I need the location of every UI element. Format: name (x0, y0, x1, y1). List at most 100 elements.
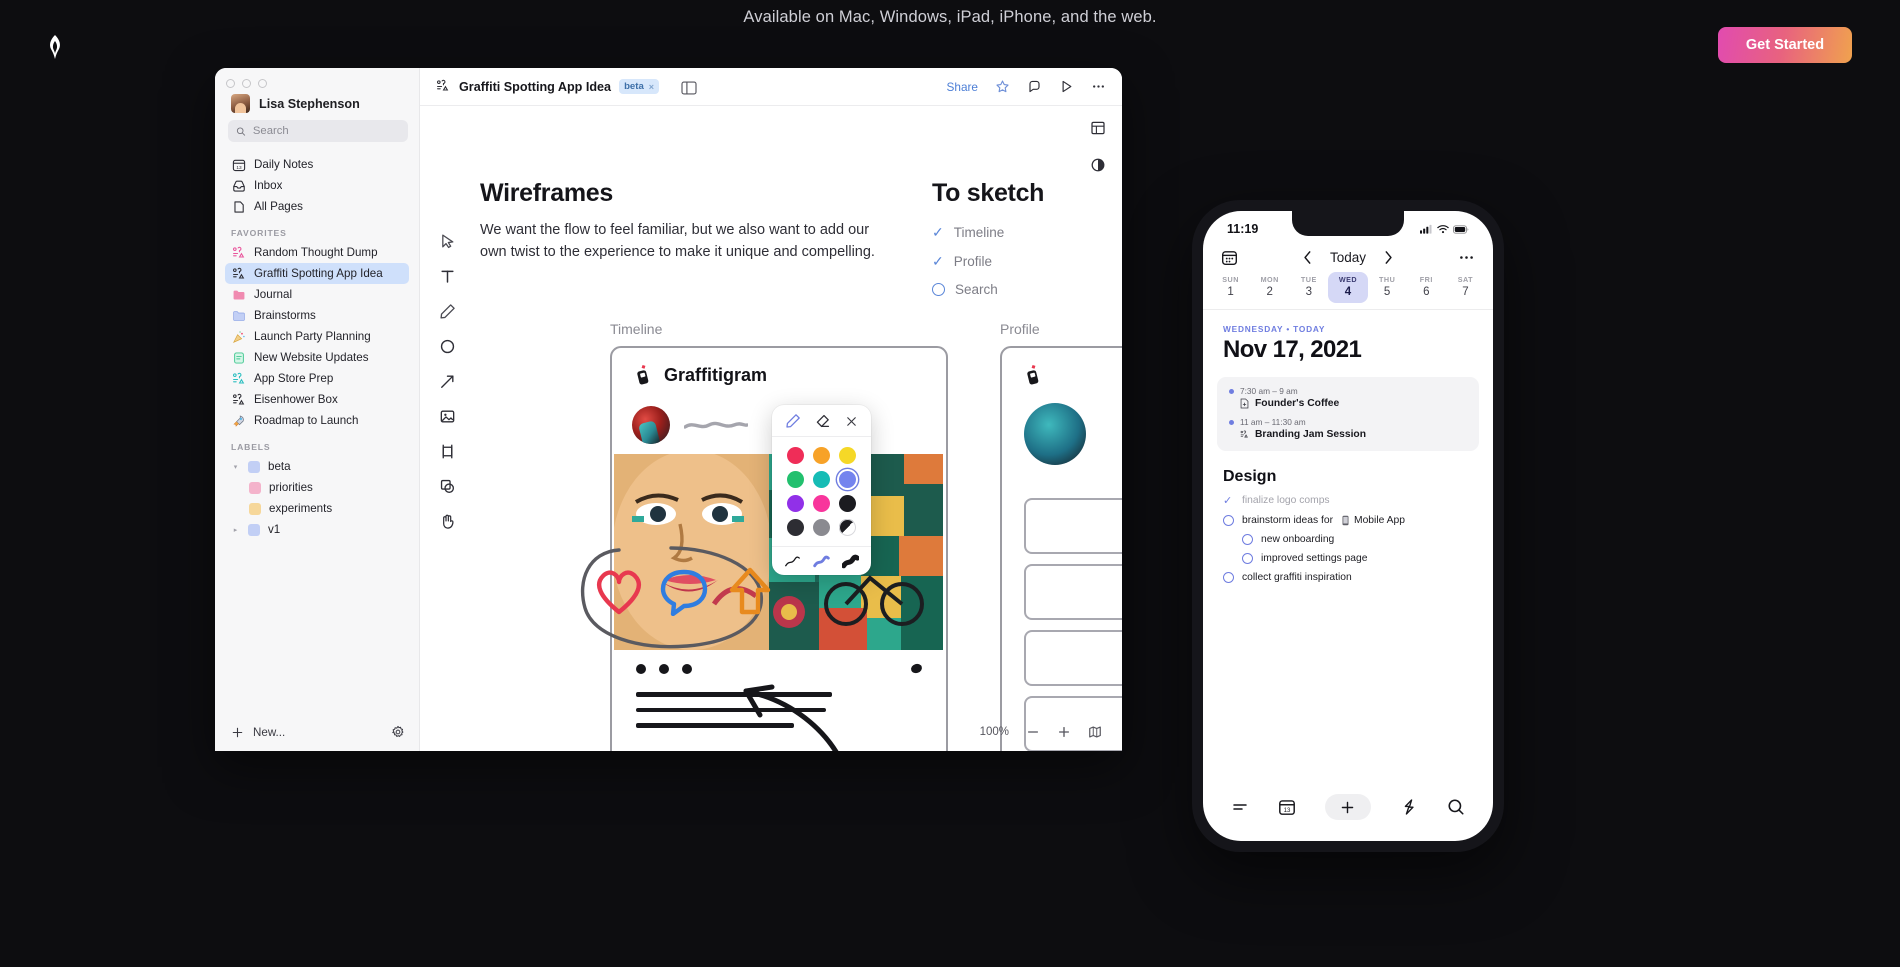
popover-tools[interactable] (772, 412, 871, 437)
comment-icon[interactable] (659, 664, 669, 674)
chevron-left-icon[interactable] (1302, 250, 1313, 265)
pen-icon[interactable] (439, 303, 456, 320)
sidebar-item-journal[interactable]: Journal (225, 284, 409, 305)
color-swatch-yellow[interactable] (839, 447, 857, 464)
minus-icon[interactable] (1026, 725, 1040, 739)
sidebar-item-random-thought-dump[interactable]: Random Thought Dump (225, 242, 409, 263)
chevron-right-icon[interactable] (1383, 250, 1394, 265)
color-swatch-pink[interactable] (812, 495, 830, 512)
sidebar-item-graffiti-spotting-app-idea[interactable]: Graffiti Spotting App Idea (225, 263, 409, 284)
medium-stroke-icon[interactable] (813, 554, 830, 569)
sidebar-label-experiments[interactable]: experiments (225, 498, 409, 519)
pen-icon[interactable] (785, 413, 801, 429)
sidebar-item-launch-party-planning[interactable]: Launch Party Planning (225, 326, 409, 347)
sidebar-label-beta[interactable]: ▾ beta (225, 456, 409, 477)
color-swatch-gray[interactable] (812, 519, 830, 536)
chevron-right-icon[interactable]: ▸ (231, 526, 240, 534)
share-button[interactable]: Share (947, 80, 978, 94)
week-day-tue[interactable]: TUE 3 (1289, 272, 1328, 303)
week-day-sun[interactable]: SUN 1 (1211, 272, 1250, 303)
close-window-button[interactable] (226, 79, 235, 88)
sidebar-item-daily-notes[interactable]: 13 Daily Notes (225, 154, 409, 175)
events-card[interactable]: 7:30 am – 9 am Founder's Coffee 11 am – … (1217, 377, 1479, 451)
add-button[interactable] (1324, 794, 1371, 820)
checkbox-unchecked-icon[interactable] (1223, 515, 1234, 526)
week-day-mon[interactable]: MON 2 (1250, 272, 1289, 303)
checkbox-unchecked-icon[interactable] (1242, 553, 1253, 564)
color-swatch-grid[interactable] (772, 437, 871, 546)
right-rail[interactable] (1090, 120, 1106, 173)
window-traffic-lights[interactable] (226, 79, 267, 88)
more-icon[interactable] (1458, 249, 1475, 266)
arrow-icon[interactable] (439, 373, 456, 390)
today-label[interactable]: Today (1330, 250, 1366, 265)
list-icon[interactable] (1231, 798, 1249, 816)
week-day-thu[interactable]: THU 5 (1368, 272, 1407, 303)
close-icon[interactable]: × (649, 82, 654, 92)
phone-tabbar[interactable]: 13 (1203, 785, 1493, 841)
sidebar-item-all-pages[interactable]: All Pages (225, 196, 409, 217)
map-icon[interactable] (1088, 725, 1102, 739)
search-icon[interactable] (1447, 798, 1465, 816)
checkbox-unchecked-icon[interactable] (932, 283, 945, 296)
list-item[interactable]: Search (932, 282, 1004, 297)
color-swatch-purple[interactable] (786, 495, 804, 512)
color-swatch-teal[interactable] (812, 471, 830, 488)
present-icon[interactable] (1059, 79, 1074, 94)
calendar-icon[interactable]: 13 (1278, 798, 1296, 816)
color-swatch-white[interactable] (839, 519, 857, 536)
sidebar-item-new-website-updates[interactable]: New Website Updates (225, 347, 409, 368)
calendar-icon[interactable] (1221, 249, 1238, 266)
craft-logo-icon[interactable] (40, 32, 70, 62)
cursor-icon[interactable] (439, 233, 456, 250)
minimize-window-button[interactable] (242, 79, 251, 88)
chevron-down-icon[interactable]: ▾ (231, 463, 240, 471)
like-icon[interactable] (636, 664, 646, 674)
thin-stroke-icon[interactable] (784, 554, 801, 569)
search-box[interactable] (228, 120, 408, 142)
week-day-wed-selected[interactable]: WED 4 (1328, 272, 1368, 303)
search-input[interactable] (252, 125, 400, 137)
sidebar-item-roadmap-to-launch[interactable]: Roadmap to Launch (225, 410, 409, 431)
maximize-window-button[interactable] (258, 79, 267, 88)
color-swatch-dark-gray[interactable] (786, 519, 804, 536)
new-button[interactable]: New... (231, 726, 285, 739)
brush-size-row[interactable] (772, 546, 871, 570)
event-item[interactable]: 11 am – 11:30 am Branding Jam Session (1229, 417, 1467, 440)
color-swatch-red[interactable] (786, 447, 804, 464)
phone-calendar-nav[interactable]: Today (1203, 243, 1493, 268)
sidebar-label-priorities[interactable]: priorities (225, 477, 409, 498)
list-item[interactable]: ✓ Timeline (932, 224, 1004, 241)
bookmark-icon[interactable] (909, 662, 924, 675)
gear-icon[interactable] (391, 725, 405, 739)
sidebar-label-v1[interactable]: ▸ v1 (225, 519, 409, 540)
plus-icon[interactable] (1057, 725, 1071, 739)
list-item[interactable]: ✓ Profile (932, 253, 1004, 270)
sidebar-item-brainstorms[interactable]: Brainstorms (225, 305, 409, 326)
layers-icon[interactable] (439, 478, 456, 495)
comment-icon[interactable] (1027, 79, 1042, 94)
image-icon[interactable] (439, 408, 456, 425)
tag-beta[interactable]: beta × (619, 79, 660, 94)
week-day-fri[interactable]: FRI 6 (1407, 272, 1446, 303)
star-icon[interactable] (995, 79, 1010, 94)
week-strip[interactable]: SUN 1 MON 2 TUE 3 WED 4 THU 5 FRI 6 SAT … (1203, 268, 1493, 303)
calendar-date-nav[interactable]: Today (1238, 250, 1458, 265)
task-item-finalize-logo-comps[interactable]: ✓ finalize logo comps (1223, 494, 1493, 507)
week-day-sat[interactable]: SAT 7 (1446, 272, 1485, 303)
color-swatch-orange[interactable] (812, 447, 830, 464)
canvas[interactable]: Wireframes We want the flow to feel fami… (420, 106, 1122, 751)
sidebar-item-eisenhower-box[interactable]: Eisenhower Box (225, 389, 409, 410)
color-swatch-black[interactable] (839, 495, 857, 512)
task-item-collect-graffiti-inspiration[interactable]: collect graffiti inspiration (1223, 572, 1493, 583)
profile-wireframe[interactable] (1000, 346, 1122, 751)
post-actions[interactable] (636, 664, 692, 674)
color-swatch-blue-selected[interactable] (839, 471, 857, 488)
sidebar-item-app-store-prep[interactable]: App Store Prep (225, 368, 409, 389)
frame-icon[interactable] (439, 443, 456, 460)
contrast-icon[interactable] (1090, 157, 1106, 173)
sidebar-item-inbox[interactable]: Inbox (225, 175, 409, 196)
sidebar-toggle-icon[interactable] (681, 81, 697, 95)
task-item-brainstorm-ideas[interactable]: brainstorm ideas for Mobile App (1223, 515, 1493, 526)
close-icon[interactable] (845, 415, 858, 428)
